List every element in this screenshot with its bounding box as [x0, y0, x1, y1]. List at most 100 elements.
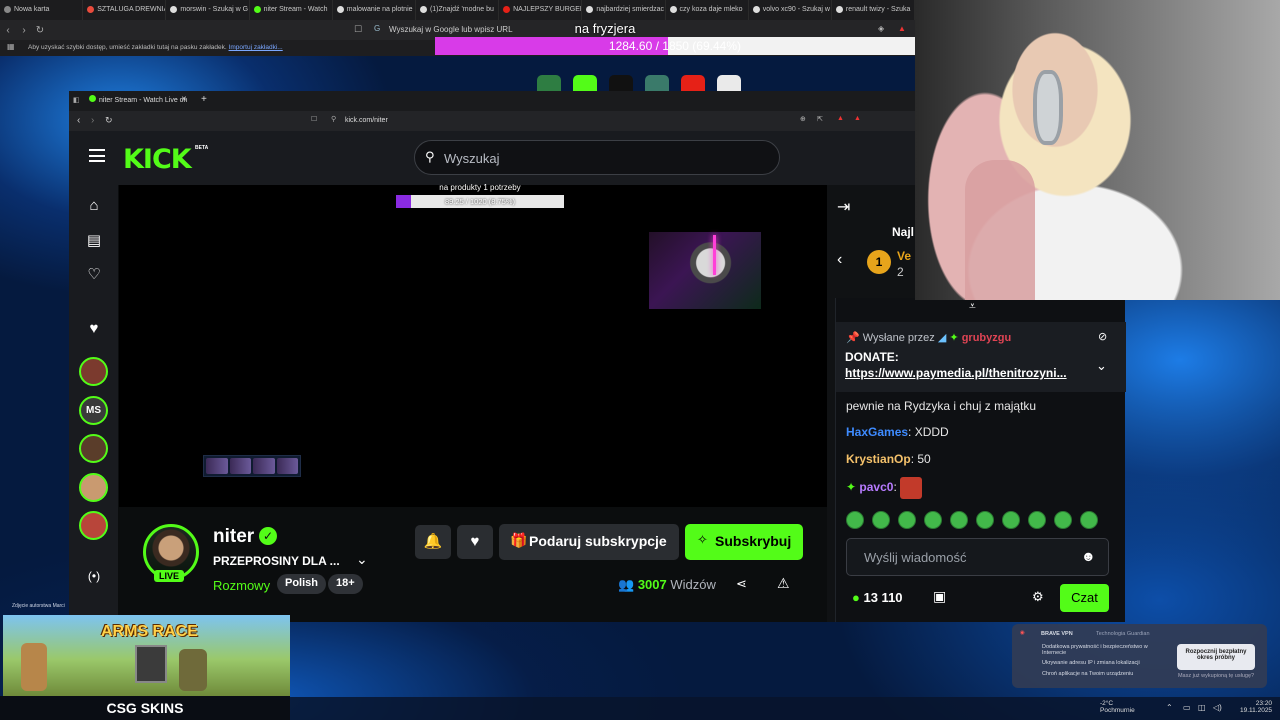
search-input[interactable]: ⚲ Wyszukaj — [414, 140, 780, 175]
prev-icon[interactable]: ‹ — [837, 251, 842, 269]
csgo-skins-brand[interactable]: CSG SKINS — [0, 696, 290, 720]
following-icon[interactable]: ♡ — [85, 265, 103, 283]
browser-tab[interactable]: NAJLEPSZY BURGER — [499, 0, 583, 20]
bookmark-icon[interactable]: ☐ — [311, 115, 317, 123]
site-info-icon[interactable]: ⚲ — [331, 115, 336, 123]
followed-channel-avatar[interactable] — [79, 434, 108, 463]
report-icon[interactable]: ⚠ — [777, 575, 790, 592]
live-channels-icon[interactable]: (•) — [85, 569, 103, 587]
emote-icon[interactable] — [1002, 511, 1020, 529]
gift-subs-button[interactable]: 🎁 Podaruj subskrypcje — [499, 524, 679, 560]
apps-icon[interactable]: ▦ — [7, 42, 15, 51]
chat-scroll-icon[interactable]: ⩡ — [969, 299, 976, 314]
tray-chevron-icon[interactable]: ⌃ — [1166, 703, 1173, 712]
weather-widget[interactable]: -2°C Pochmurnie — [1100, 700, 1135, 714]
clock[interactable]: 23:20 19.11.2025 — [1240, 700, 1272, 714]
video-player[interactable]: na produkty 1 potrzeby 89.25 / 1020 (8.7… — [119, 183, 827, 507]
emote-icon[interactable] — [950, 511, 968, 529]
tray-app-icon[interactable]: ▭ — [1183, 703, 1191, 712]
chat-username[interactable]: pavc0 — [859, 480, 893, 494]
emote-icon[interactable] — [1028, 511, 1046, 529]
back-icon[interactable]: ‹ — [0, 25, 16, 36]
browser-tab[interactable]: renault twizy - Szuka — [832, 0, 916, 20]
emote-icon[interactable] — [846, 511, 864, 529]
import-bookmarks-link[interactable]: Importuj zakładki... — [229, 44, 283, 51]
bookmarks-hint: Aby uzyskać szybki dostęp, umieść zakład… — [28, 44, 227, 51]
emote-icon[interactable] — [924, 511, 942, 529]
kick-logo[interactable]: KICK — [123, 144, 192, 175]
chat-username[interactable]: HaxGames — [846, 425, 908, 439]
close-tab-icon[interactable]: ✕ — [181, 95, 187, 103]
reload-icon[interactable]: ↻ — [105, 115, 113, 126]
browser-tab[interactable]: (1)Znajdź 'modne bu — [416, 0, 500, 20]
new-tab-icon[interactable]: + — [201, 94, 207, 105]
brave-icon[interactable]: ▲ — [898, 24, 906, 33]
store-icon[interactable]: ▣ — [933, 588, 946, 605]
subscribe-button[interactable]: ✧ Subskrybuj — [685, 524, 803, 560]
brave-shield-icon[interactable]: ▲ — [837, 115, 844, 122]
share-icon[interactable]: ⇱ — [817, 115, 823, 123]
network-icon[interactable]: ◫ — [1198, 703, 1206, 712]
followed-channel-avatar[interactable]: MS — [79, 396, 108, 425]
inner-tab-label[interactable]: niter Stream - Watch Live on — [99, 97, 187, 104]
channel-points[interactable]: ● 13 110 — [852, 590, 903, 605]
emote-icon[interactable] — [898, 511, 916, 529]
tag-age[interactable]: 18+ — [328, 574, 363, 594]
emote-icon[interactable] — [1080, 511, 1098, 529]
follow-heart-button[interactable]: ♥ — [457, 525, 493, 559]
headphones-icon — [1033, 70, 1063, 145]
forward-icon[interactable]: › — [16, 25, 32, 36]
followed-channel-avatar[interactable] — [79, 473, 108, 502]
collapse-chat-icon[interactable]: ⇥ — [837, 197, 850, 217]
followed-channel-avatar[interactable] — [79, 511, 108, 540]
reload-icon[interactable]: ↻ — [32, 25, 48, 36]
viewers-number: 3007 — [637, 577, 667, 592]
chevron-down-icon[interactable]: ⌄ — [356, 551, 368, 568]
browse-icon[interactable]: ▤ — [85, 231, 103, 249]
browser-tab[interactable]: Nowa karta — [0, 0, 84, 20]
notification-bell-button[interactable]: 🔔 — [415, 525, 451, 559]
tab-list-icon[interactable]: ◧ — [73, 96, 80, 104]
pinned-link[interactable]: https://www.paymedia.pl/thenitrozyni... — [845, 366, 1067, 380]
brave-rewards-icon[interactable]: ▲ — [854, 115, 861, 122]
vpn-trial-button[interactable]: Rozpocznij bezpłatny okres próbny — [1177, 644, 1255, 670]
kick-header: KICK BETA ⚲ Wyszukaj — [69, 131, 915, 185]
chat-username[interactable]: KrystianOp — [846, 452, 911, 466]
forward-icon[interactable]: › — [91, 115, 94, 126]
bookmark-icon[interactable]: ☐ — [354, 24, 362, 35]
back-icon[interactable]: ‹ — [77, 115, 80, 126]
zoom-icon[interactable]: ⊕ — [800, 115, 806, 123]
emote-icon[interactable] — [1054, 511, 1072, 529]
favorites-icon[interactable]: ♥ — [85, 320, 103, 338]
settings-gear-icon[interactable]: ⚙ — [1032, 589, 1044, 605]
menu-icon[interactable] — [89, 149, 105, 162]
browser-tab[interactable]: SZTALUGA DREWNIA — [83, 0, 167, 20]
browser-tab[interactable]: volvo xc90 - Szukaj w — [749, 0, 832, 20]
chat-send-button[interactable]: Czat — [1060, 584, 1109, 612]
browser-tab[interactable]: najbardziej smierdzac — [582, 0, 666, 20]
volume-icon[interactable]: ◁) — [1213, 703, 1222, 712]
vpn-footer-link[interactable]: Masz już wykupioną tę usługę? — [1176, 673, 1256, 679]
inner-url[interactable]: kick.com/niter — [345, 117, 388, 124]
browser-tab[interactable]: morswin - Szukaj w G — [166, 0, 250, 20]
chevron-down-icon[interactable]: ⌄ — [1096, 358, 1107, 374]
chat-input[interactable]: Wyślij wiadomość ☻ — [846, 538, 1109, 576]
home-icon[interactable]: ⌂ — [85, 197, 103, 215]
share-icon[interactable]: ⋖ — [736, 576, 747, 592]
unpin-icon[interactable]: ⊘ — [1098, 330, 1107, 343]
ad-banner[interactable]: ARMS RACE — [3, 615, 290, 696]
streamer-name[interactable]: niter — [213, 526, 254, 548]
video-goal-bar: 89.25 / 1020 (8.75%) — [396, 195, 564, 208]
emote-icon[interactable] — [976, 511, 994, 529]
browser-tab[interactable]: niter Stream - Watch — [250, 0, 333, 20]
pinned-user[interactable]: grubyzgu — [962, 332, 1012, 344]
browser-tab-label: czy koza daje mleko — [679, 6, 743, 13]
followed-channel-avatar[interactable] — [79, 357, 108, 386]
browser-tab[interactable]: czy koza daje mleko — [666, 0, 749, 20]
extension-icon[interactable]: ◈ — [878, 24, 884, 33]
browser-tab[interactable]: malowanie na plotnie — [333, 0, 416, 20]
tag-language[interactable]: Polish — [277, 574, 327, 594]
category-link[interactable]: Rozmowy — [213, 578, 270, 593]
emoji-picker-icon[interactable]: ☻ — [1081, 548, 1096, 564]
emote-icon[interactable] — [872, 511, 890, 529]
